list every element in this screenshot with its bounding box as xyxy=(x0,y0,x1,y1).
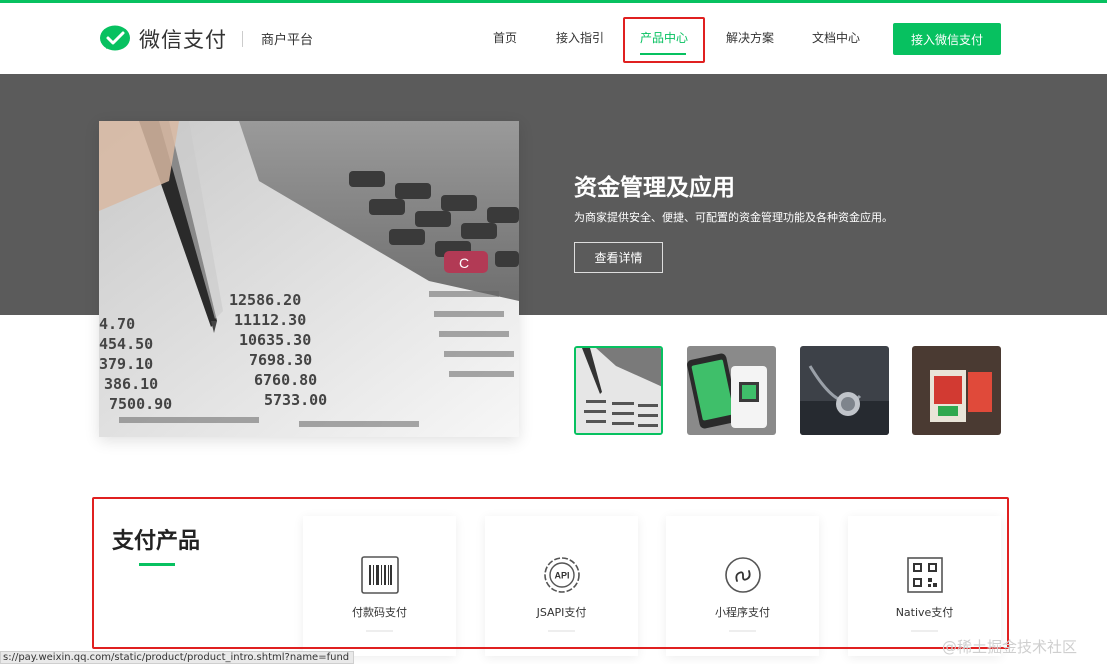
brand-name: 微信支付 xyxy=(139,28,227,52)
hero-image-calculator: C 12586.20 11112.30 10635.30 7698.30 676… xyxy=(99,121,519,437)
nav-docs-center[interactable]: 文档中心 xyxy=(812,29,860,46)
figure-number: 454.50 xyxy=(99,335,153,353)
red-packet-photo-icon xyxy=(912,346,1001,435)
figure-number: 10635.30 xyxy=(239,331,311,349)
figure-number: 379.10 xyxy=(99,355,153,373)
figure-number: 7698.30 xyxy=(249,351,312,369)
brand-logo[interactable]: 微信支付 xyxy=(99,24,227,54)
phone-pay-photo-icon xyxy=(687,346,776,435)
hero-title: 资金管理及应用 xyxy=(574,175,735,201)
stethoscope-photo-icon xyxy=(800,346,889,435)
thumbnail-phone-payment[interactable] xyxy=(687,346,776,435)
figure-number: 6760.80 xyxy=(254,371,317,389)
figure-number: 386.10 xyxy=(104,375,158,393)
calculator-photo: C 12586.20 11112.30 10635.30 7698.30 676… xyxy=(99,121,519,437)
thumbnail-fund-management[interactable] xyxy=(574,346,663,435)
thumbnail-medical[interactable] xyxy=(800,346,889,435)
status-bar-url: s://pay.weixin.qq.com/static/product/pro… xyxy=(0,651,355,664)
platform-label: 商户平台 xyxy=(261,33,314,48)
calculator-photo-icon xyxy=(576,348,661,433)
nav-home[interactable]: 首页 xyxy=(493,29,517,46)
join-wechat-pay-button[interactable]: 接入微信支付 xyxy=(893,23,1001,55)
watermark-text: @稀土掘金技术社区 xyxy=(942,638,1078,656)
nav-integration-guide[interactable]: 接入指引 xyxy=(556,29,604,46)
wechat-pay-icon xyxy=(100,25,130,51)
figure-number: 12586.20 xyxy=(229,291,301,309)
nav-solutions[interactable]: 解决方案 xyxy=(726,29,774,46)
calc-c-key: C xyxy=(459,255,469,271)
header-divider xyxy=(242,31,243,47)
figure-number: 7500.90 xyxy=(109,395,172,413)
figure-number: 5733.00 xyxy=(264,391,327,409)
figure-number: 4.70 xyxy=(99,315,135,333)
highlight-box-products xyxy=(92,497,1009,649)
highlight-box-nav xyxy=(623,17,705,63)
figure-number: 11112.30 xyxy=(234,311,306,329)
view-details-button[interactable]: 查看详情 xyxy=(574,242,663,273)
hero-description: 为商家提供安全、便捷、可配置的资金管理功能及各种资金应用。 xyxy=(574,211,893,224)
thumbnail-red-packet[interactable] xyxy=(912,346,1001,435)
top-header: 微信支付 商户平台 首页 接入指引 产品中心 解决方案 文档中心 接入微信支付 xyxy=(0,3,1107,74)
